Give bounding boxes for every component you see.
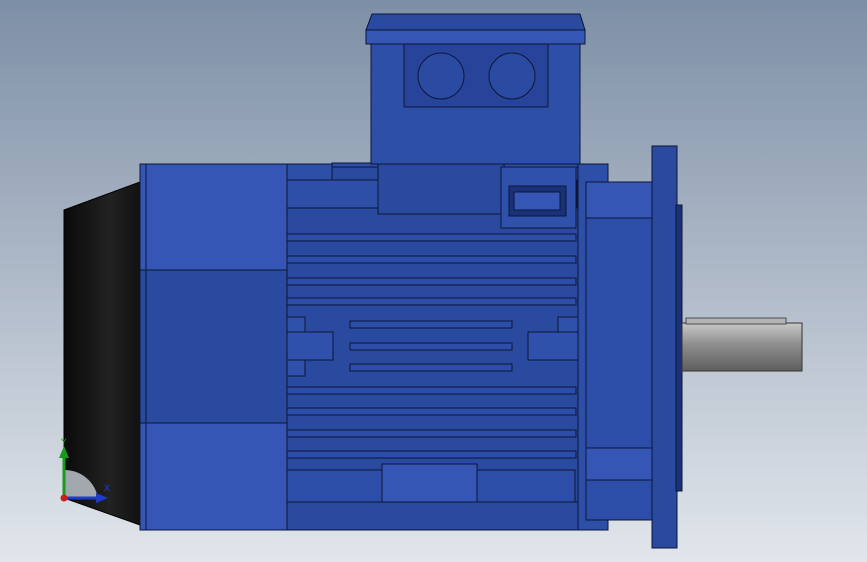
motor-foot[interactable] [286,463,609,531]
axis-x-label: X [104,484,110,494]
cable-gland-left[interactable] [417,52,465,100]
axis-origin [60,494,68,502]
axis-y-label: Y [60,438,67,448]
front-end-housing[interactable] [577,163,653,531]
mounting-flange[interactable] [651,145,683,549]
cable-gland-right[interactable] [488,52,536,100]
rear-end-housing[interactable] [139,163,288,531]
cad-viewport[interactable]: Y X [0,0,867,562]
motor-shaft[interactable] [681,317,803,372]
lifting-eye[interactable] [500,166,577,229]
motor-model-view[interactable]: Y X [0,0,867,562]
